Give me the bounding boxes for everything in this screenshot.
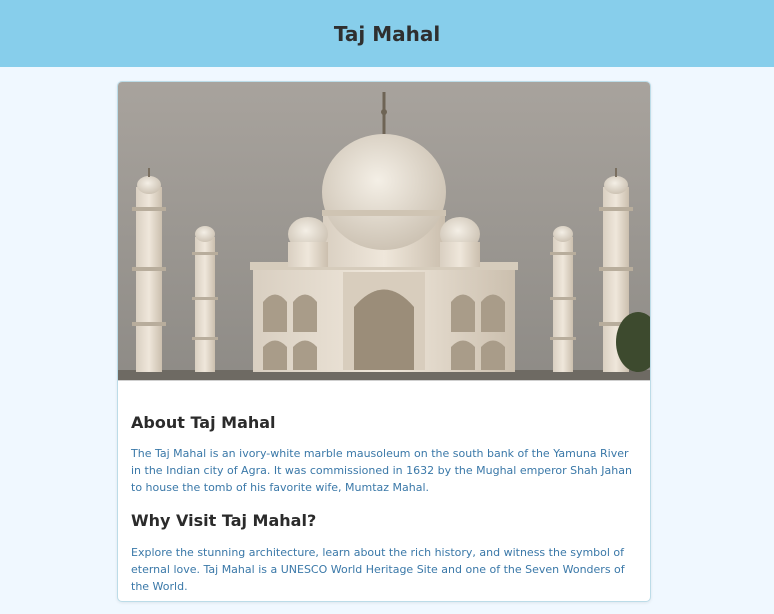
why-visit-text: Explore the stunning architecture, learn… <box>131 546 625 593</box>
about-heading: About Taj Mahal <box>131 413 276 432</box>
info-card: About Taj Mahal The Taj Mahal is an ivor… <box>117 81 651 602</box>
taj-mahal-image <box>118 82 650 381</box>
why-visit-heading: Why Visit Taj Mahal? <box>131 511 317 530</box>
page-title: Taj Mahal <box>333 21 441 46</box>
about-text: The Taj Mahal is an ivory-white marble m… <box>131 447 632 494</box>
page-header: Taj Mahal <box>0 0 774 67</box>
